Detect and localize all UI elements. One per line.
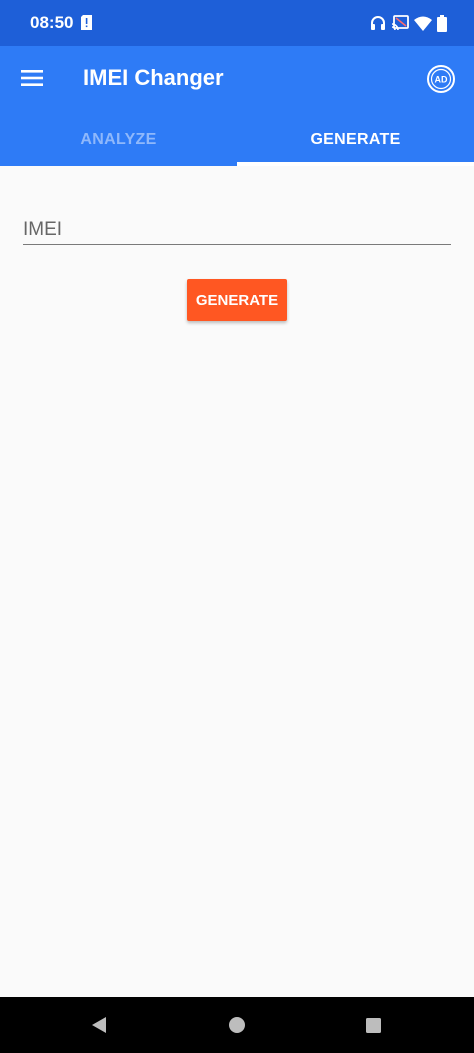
- menu-icon[interactable]: [18, 64, 46, 92]
- navigation-bar: [0, 997, 474, 1053]
- tab-analyze-label: ANALYZE: [80, 131, 157, 148]
- tab-generate-label: GENERATE: [310, 131, 401, 148]
- status-bar: 08:50: [0, 0, 474, 46]
- imei-input[interactable]: [23, 216, 451, 245]
- tab-generate[interactable]: GENERATE: [237, 114, 474, 166]
- app-bar: IMEI Changer AD ANALYZE GENERATE: [0, 46, 474, 166]
- tab-bar: ANALYZE GENERATE: [0, 114, 474, 166]
- svg-text:AD: AD: [435, 75, 448, 85]
- cast-icon: [391, 15, 409, 31]
- back-icon[interactable]: [90, 1016, 108, 1034]
- headphones-icon: [371, 16, 385, 30]
- wifi-icon: [414, 16, 432, 31]
- app-title: IMEI Changer: [83, 65, 224, 90]
- status-time: 08:50: [30, 13, 74, 32]
- home-icon[interactable]: [229, 1017, 245, 1033]
- status-icons: [370, 14, 447, 32]
- sim-alert-icon: [81, 15, 92, 30]
- recents-icon[interactable]: [366, 1018, 381, 1033]
- generate-button[interactable]: GENERATE: [187, 279, 287, 321]
- tab-analyze[interactable]: ANALYZE: [0, 114, 237, 166]
- ad-icon[interactable]: AD: [426, 64, 456, 94]
- generate-panel: GENERATE: [0, 166, 474, 997]
- battery-icon: [437, 14, 447, 32]
